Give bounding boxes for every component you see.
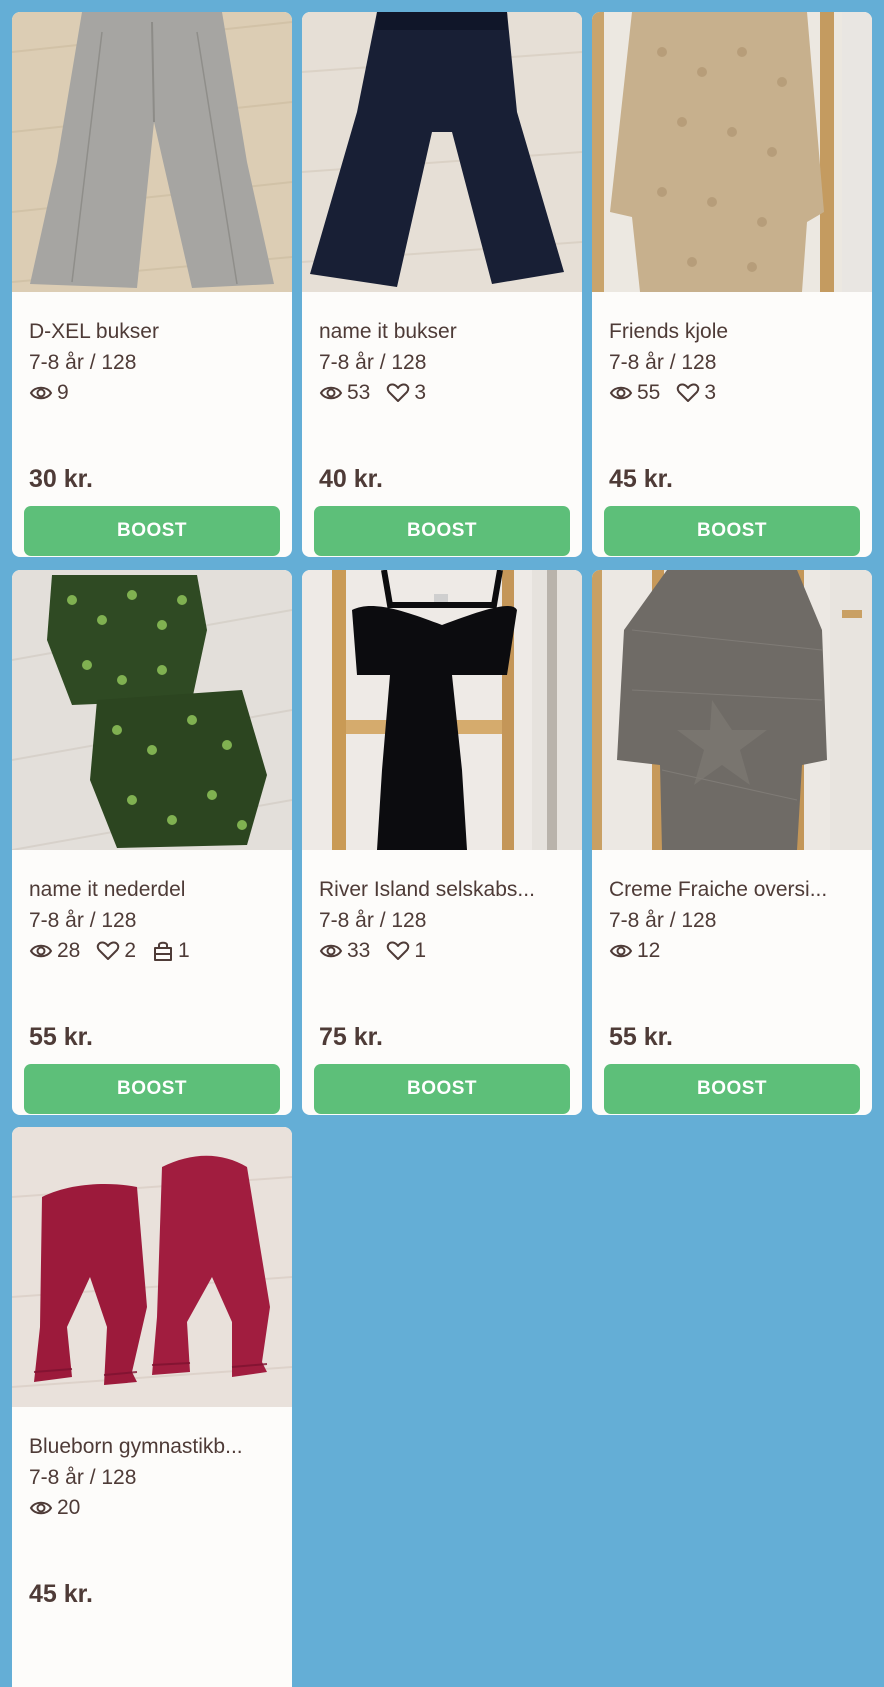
heart-icon — [677, 383, 700, 402]
boost-button[interactable]: BOOST — [24, 506, 280, 556]
listing-card[interactable]: D-XEL bukser 7-8 år / 128 9 30 kr. BOOST — [12, 12, 292, 557]
heart-icon — [387, 941, 410, 960]
listing-stats: 28 2 1 — [29, 936, 280, 966]
listing-card[interactable]: Creme Fraiche oversi... 7-8 år / 128 12 … — [592, 570, 872, 1115]
listing-title[interactable]: River Island selskabs... — [319, 874, 574, 905]
views-stat: 53 — [319, 381, 370, 405]
boost-button[interactable]: BOOST — [314, 1064, 570, 1114]
listing-size: 7-8 år / 128 — [29, 351, 137, 374]
listing-price: 55 kr. — [29, 1023, 93, 1051]
eye-icon — [609, 944, 633, 958]
boost-button[interactable]: BOOST — [604, 1064, 860, 1114]
eye-icon — [29, 944, 53, 958]
listing-title[interactable]: name it nederdel — [29, 874, 284, 905]
listing-photo[interactable] — [592, 570, 872, 850]
listing-photo[interactable] — [302, 570, 582, 850]
listing-stats: 9 — [29, 378, 280, 408]
listing-size: 7-8 år / 128 — [29, 909, 137, 932]
boost-button[interactable]: BOOST — [604, 506, 860, 556]
likes-count: 3 — [704, 381, 717, 404]
likes-stat: 2 — [96, 939, 136, 963]
listing-size: 7-8 år / 128 — [319, 351, 427, 374]
listing-stats: 20 — [29, 1493, 280, 1523]
listing-photo[interactable] — [12, 12, 292, 292]
listing-card[interactable]: name it bukser 7-8 år / 128 53 3 40 kr. … — [302, 12, 582, 557]
heart-icon — [97, 941, 120, 960]
listing-size: 7-8 år / 128 — [29, 1466, 137, 1489]
views-count: 20 — [57, 1496, 81, 1519]
listing-title[interactable]: name it bukser — [319, 316, 574, 347]
likes-count: 1 — [414, 939, 427, 962]
eye-icon — [29, 1501, 53, 1515]
listing-grid: D-XEL bukser 7-8 år / 128 9 30 kr. BOOST — [0, 0, 884, 1687]
listing-stats: 12 — [609, 936, 860, 966]
views-count: 12 — [637, 939, 661, 962]
eye-icon — [609, 386, 633, 400]
shopping-bag-icon — [154, 941, 173, 961]
views-stat: 55 — [609, 381, 660, 405]
listing-photo[interactable] — [12, 570, 292, 850]
likes-stat: 3 — [676, 381, 716, 405]
views-stat: 12 — [609, 939, 660, 963]
boost-button[interactable]: BOOST — [314, 506, 570, 556]
views-stat: 20 — [29, 1496, 80, 1520]
eye-icon — [29, 386, 53, 400]
views-count: 28 — [57, 939, 81, 962]
listing-price: 75 kr. — [319, 1023, 383, 1051]
likes-stat: 1 — [386, 939, 426, 963]
listing-title[interactable]: Friends kjole — [609, 316, 864, 347]
listing-price: 30 kr. — [29, 465, 93, 493]
likes-count: 3 — [414, 381, 427, 404]
listing-photo[interactable] — [12, 1127, 292, 1407]
listing-price: 45 kr. — [609, 465, 673, 493]
listing-size: 7-8 år / 128 — [319, 909, 427, 932]
views-stat: 28 — [29, 939, 80, 963]
boost-button[interactable]: BOOST — [24, 1064, 280, 1114]
bag-count: 1 — [178, 939, 190, 962]
bag-stat: 1 — [152, 939, 190, 963]
eye-icon — [319, 386, 343, 400]
listing-price: 45 kr. — [29, 1580, 93, 1608]
listing-size: 7-8 år / 128 — [609, 909, 717, 932]
listing-photo[interactable] — [592, 12, 872, 292]
listing-title[interactable]: Blueborn gymnastikb... — [29, 1431, 284, 1462]
listing-card[interactable]: name it nederdel 7-8 år / 128 28 2 1 55 … — [12, 570, 292, 1115]
listing-size: 7-8 år / 128 — [609, 351, 717, 374]
heart-icon — [387, 383, 410, 402]
views-count: 9 — [57, 381, 69, 404]
likes-stat: 3 — [386, 381, 426, 405]
listing-card[interactable]: Friends kjole 7-8 år / 128 55 3 45 kr. B… — [592, 12, 872, 557]
views-count: 55 — [637, 381, 661, 404]
views-count: 53 — [347, 381, 371, 404]
views-count: 33 — [347, 939, 371, 962]
likes-count: 2 — [124, 939, 137, 962]
listing-stats: 53 3 — [319, 378, 570, 408]
listing-price: 40 kr. — [319, 465, 383, 493]
listing-title[interactable]: Creme Fraiche oversi... — [609, 874, 864, 905]
views-stat: 9 — [29, 381, 69, 405]
listing-card[interactable]: Blueborn gymnastikb... 7-8 år / 128 20 4… — [12, 1127, 292, 1687]
listing-card[interactable]: River Island selskabs... 7-8 år / 128 33… — [302, 570, 582, 1115]
eye-icon — [319, 944, 343, 958]
listing-stats: 55 3 — [609, 378, 860, 408]
views-stat: 33 — [319, 939, 370, 963]
listing-title[interactable]: D-XEL bukser — [29, 316, 284, 347]
listing-stats: 33 1 — [319, 936, 570, 966]
listing-photo[interactable] — [302, 12, 582, 292]
listing-price: 55 kr. — [609, 1023, 673, 1051]
